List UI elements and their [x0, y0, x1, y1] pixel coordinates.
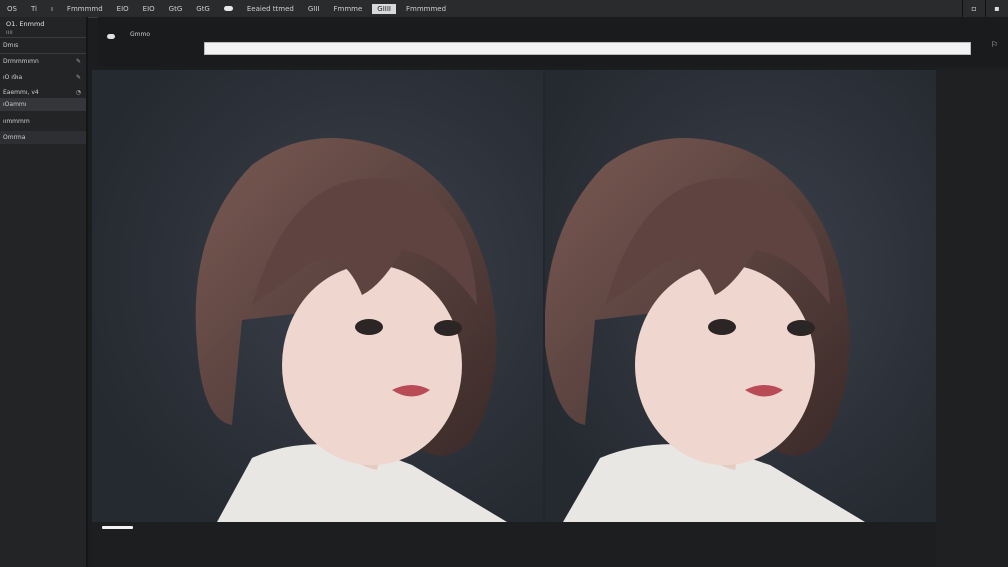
- sidebar-item-2[interactable]: ıO ı9ıa ✎: [0, 71, 86, 84]
- edit-icon[interactable]: ✎: [76, 74, 81, 81]
- sidebar-item-label: ıOammı: [3, 101, 27, 108]
- toolbar: Gmmo ⚐: [98, 17, 1008, 67]
- sidebar-divider: [0, 53, 86, 54]
- sidebar-item-label: Drmmmımn: [3, 58, 39, 65]
- toggle-icon[interactable]: [107, 34, 115, 39]
- progress-bar: [102, 526, 133, 529]
- close-icon[interactable]: ▪: [985, 0, 1008, 17]
- image-panel-left[interactable]: [92, 70, 544, 522]
- menu-item-4[interactable]: EIO: [110, 5, 136, 13]
- menu-item-2[interactable]: ı: [44, 5, 60, 13]
- menu-item-7[interactable]: GtG: [189, 5, 217, 13]
- toolbar-label: Gmmo: [130, 31, 151, 38]
- sidebar-item-label: ıO ı9ıa: [3, 74, 23, 81]
- sidebar-item-4[interactable]: ıOammı: [0, 98, 86, 111]
- menu-item-3[interactable]: Fmmmmd: [60, 5, 110, 13]
- menu-item-11[interactable]: GIIII: [372, 3, 396, 14]
- menu-item-0[interactable]: OS: [0, 5, 24, 13]
- sidebar-item-label: Eaemmı, v4: [3, 89, 39, 96]
- menu-item-1[interactable]: Ti: [24, 5, 44, 13]
- portrait-image: [545, 70, 936, 522]
- image-panel-right[interactable]: [545, 70, 936, 522]
- menu-item-12[interactable]: Fmmmmed: [399, 5, 453, 13]
- menu-item-10[interactable]: Fmmme: [326, 5, 369, 13]
- sidebar: O1. Enmmd ıııı Dmıs Drmmmımn ✎ ıO ı9ıa ✎…: [0, 17, 88, 567]
- menu-item-9[interactable]: GIII: [301, 5, 327, 13]
- sidebar-title: O1. Enmmd: [6, 20, 45, 28]
- sidebar-item-6[interactable]: Omrma: [0, 131, 86, 144]
- sidebar-divider: [0, 37, 86, 38]
- sidebar-subtitle: ıııı: [6, 29, 13, 36]
- sidebar-item-5[interactable]: ıımmmm: [0, 115, 86, 128]
- menu-item-8[interactable]: Eeaied ttmed: [240, 5, 301, 13]
- eye-icon[interactable]: ◔: [76, 89, 81, 96]
- prompt-input[interactable]: [204, 42, 971, 55]
- minimize-icon[interactable]: ▫: [962, 0, 985, 17]
- flag-icon[interactable]: ⚐: [991, 40, 998, 49]
- menu-item-6[interactable]: GtG: [162, 5, 190, 13]
- menu-bar: OS Ti ı Fmmmmd EIO EIO GtG GtG Eeaied tt…: [0, 0, 1008, 18]
- sidebar-item-0[interactable]: Dmıs: [0, 39, 86, 52]
- menu-item-5[interactable]: EIO: [136, 5, 162, 13]
- sidebar-item-label: ıımmmm: [3, 118, 30, 125]
- right-gutter: [936, 70, 1008, 567]
- sidebar-item-1[interactable]: Drmmmımn ✎: [0, 55, 86, 68]
- portrait-image: [92, 70, 544, 522]
- toggle-pill-icon[interactable]: [223, 6, 233, 11]
- status-bar: [92, 522, 936, 567]
- sidebar-item-label: Omrma: [3, 134, 26, 141]
- sidebar-item-label: Dmıs: [3, 42, 19, 49]
- edit-icon[interactable]: ✎: [76, 58, 81, 65]
- window-controls: ▫ ▪: [962, 0, 1008, 17]
